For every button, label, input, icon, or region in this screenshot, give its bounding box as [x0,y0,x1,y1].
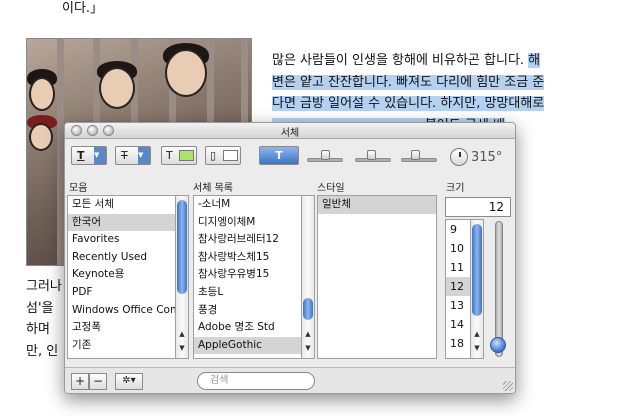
text-shadow-toggle[interactable]: T [259,146,299,165]
collection-item[interactable]: 기존 [68,337,176,355]
font-effects-toolbar: T ▼ T ▼ T ▯ T 315° [65,146,515,168]
shadow-opacity-knob[interactable] [321,150,330,160]
style-item[interactable]: 일반체 [318,196,436,214]
resize-grip-icon[interactable] [503,381,513,391]
paragraph-line: 다면 금방 일어설 수 있습니다. 하지만, 망망대해로 [272,96,545,111]
size-item[interactable]: 10 [446,239,470,258]
document-icon: ▯ [210,149,217,162]
families-scroll-thumb[interactable] [303,298,313,320]
add-collection-button[interactable]: + [71,373,89,390]
collections-header: 모음 [69,183,88,194]
scroll-down-arrow-icon[interactable]: ▼ [176,344,188,352]
family-item[interactable]: 참사랑러브레터12 [194,231,302,249]
underline-popup-button[interactable]: T ▼ [71,146,107,165]
strikethrough-popup-button[interactable]: T ▼ [115,146,151,165]
collections-scroll-thumb[interactable] [177,200,187,294]
styles-header: 스타일 [317,183,345,194]
sizes-scrollbar[interactable]: ▲ ▼ [470,219,484,359]
families-header: 서체 목록 [193,183,233,194]
families-scrollbar[interactable]: ▲ ▼ [301,195,315,359]
size-item[interactable]: 14 [446,315,470,334]
family-item[interactable]: 참사랑박스체15 [194,249,302,267]
family-item[interactable]: -소너M [194,196,302,214]
document-color-button[interactable]: ▯ [205,146,241,165]
styles-list[interactable]: 일반체 [317,195,437,359]
underline-icon: T [77,149,85,162]
collection-item[interactable]: Windows Office Compatible [68,302,176,320]
family-item[interactable]: 디지엥이체M [194,214,302,232]
search-input[interactable]: 검색 [197,372,315,390]
text-color-button[interactable]: T [161,146,197,165]
family-item[interactable]: 참사랑우유병15 [194,266,302,284]
collections-scrollbar[interactable]: ▲ ▼ [175,195,189,359]
remove-collection-button[interactable]: − [89,373,107,390]
size-field[interactable]: 12 [445,197,511,217]
size-item[interactable]: 12 [446,277,470,296]
window-title: 서체 [280,128,300,139]
collection-item[interactable]: Keynote용 [68,266,176,284]
collection-item[interactable]: 고정폭 [68,319,176,337]
size-item[interactable]: 9 [446,220,470,239]
scroll-down-arrow-icon[interactable]: ▼ [471,344,483,352]
family-item[interactable]: 풍경 [194,302,302,320]
sizes-scroll-thumb[interactable] [472,224,482,316]
chevron-down-icon: ▼ [94,147,106,164]
shadow-offset-knob[interactable] [411,150,420,160]
paragraph-line: 많은 사람들이 인생을 항해에 비유하곤 합니다. 해 [272,53,541,68]
size-item[interactable]: 18 [446,334,470,353]
shadow-blur-knob[interactable] [367,150,376,160]
family-item[interactable]: Adobe 명조 Std [194,319,302,337]
scroll-up-arrow-icon[interactable]: ▲ [471,330,483,338]
title-bar[interactable]: 서체 [65,123,515,139]
sizes-list[interactable]: 9 10 11 12 13 14 18 [445,219,471,359]
size-slider-knob[interactable] [490,337,506,353]
collection-item[interactable]: Recently Used [68,249,176,267]
font-panel-window[interactable]: 서체 T ▼ T ▼ T ▯ T 315° 모음 서체 목록 스타일 크기 모든… [64,122,516,394]
shadow-angle-value: 315° [471,150,503,165]
families-list[interactable]: -소너M 디지엥이체M 참사랑러브레터12 참사랑박스체15 참사랑우유병15 초등L 풍경… [193,195,303,359]
scroll-up-arrow-icon[interactable]: ▲ [176,330,188,338]
size-item[interactable]: 13 [446,296,470,315]
text-color-icon: T [166,149,173,162]
gear-menu-button[interactable]: ✲▾ [115,373,143,390]
scroll-up-arrow-icon[interactable]: ▲ [302,330,314,338]
collections-list[interactable]: 모든 서체 한국어 Favorites Recently Used Keynote용 PD… [67,195,177,359]
size-header: 크기 [446,183,465,194]
collection-item[interactable]: 한국어 [68,213,176,232]
family-item[interactable]: AppleGothic [194,336,302,355]
scroll-down-arrow-icon[interactable]: ▼ [302,344,314,352]
shadow-angle-dial[interactable] [450,148,468,166]
paragraph-line: 변은 얕고 잔잔합니다. 빠져도 다리에 힘만 조금 준 [272,74,545,90]
document-color-swatch [223,150,238,161]
bottom-bar: + − ✲▾ 검색 [65,367,515,393]
collection-item[interactable]: PDF [68,284,176,302]
collection-item[interactable]: Favorites [68,231,176,249]
document-text-fragment: 이다.」 [62,1,104,16]
strikethrough-icon: T [121,149,128,162]
chevron-down-icon: ▼ [138,147,150,164]
size-item[interactable]: 11 [446,258,470,277]
collection-item[interactable]: 모든 서체 [68,196,176,214]
family-item[interactable]: 초등L [194,284,302,302]
text-color-swatch [179,150,194,161]
